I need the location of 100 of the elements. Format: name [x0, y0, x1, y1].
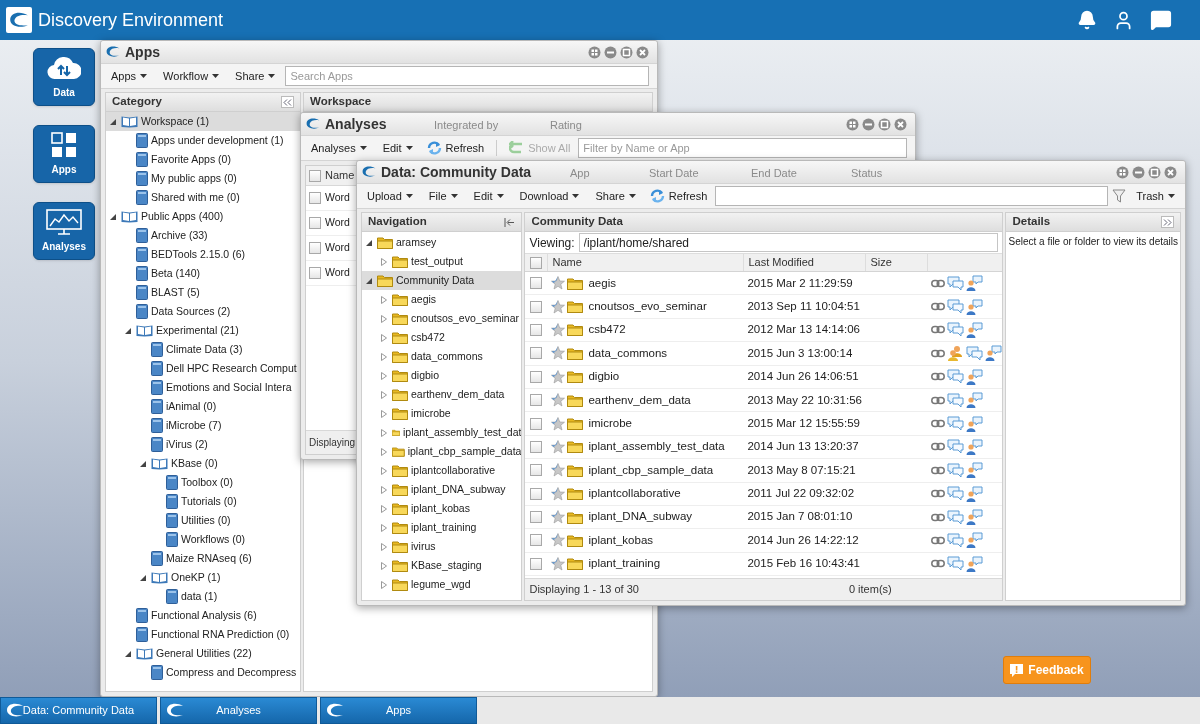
grid-icon[interactable] — [846, 117, 859, 131]
tree-item[interactable]: Climate Data (3) — [106, 340, 300, 359]
pin-icon[interactable] — [504, 217, 516, 227]
expanded-arrow-icon[interactable] — [109, 117, 117, 126]
menu-button[interactable]: Share — [229, 66, 282, 86]
collapsed-arrow-icon[interactable] — [380, 428, 388, 437]
tree-item[interactable]: Tutorials (0) — [106, 492, 300, 511]
user-comment-icon[interactable] — [966, 462, 984, 479]
collapsed-arrow-icon[interactable] — [380, 352, 388, 361]
tree-item[interactable]: iMicrobe (7) — [106, 416, 300, 435]
tree-item[interactable]: BLAST (5) — [106, 283, 300, 302]
file-name[interactable]: iplant_kobas — [588, 531, 654, 550]
tree-item[interactable]: digbio — [362, 366, 522, 385]
file-name[interactable]: cnoutsos_evo_seminar — [588, 297, 707, 316]
user-comment-icon[interactable] — [966, 392, 984, 409]
table-row[interactable]: data_commons 2015 Jun 3 13:00:14 — [525, 342, 1003, 366]
notifications-icon[interactable] — [1077, 10, 1097, 30]
file-name[interactable]: earthenv_dem_data — [588, 391, 691, 409]
table-row[interactable]: iplant_kobas 2014 Jun 26 14:22:12 — [525, 529, 1003, 553]
checkbox[interactable] — [530, 323, 543, 336]
tree-item[interactable]: iAnimal (0) — [106, 397, 300, 416]
tree-item[interactable]: KBase (0) — [106, 454, 300, 473]
checkbox[interactable] — [530, 534, 543, 547]
search-field[interactable]: Search Apps — [285, 66, 649, 86]
user-comment-icon[interactable] — [985, 345, 1003, 362]
link-icon[interactable] — [931, 536, 946, 545]
column-header[interactable]: Name — [547, 254, 744, 271]
file-name[interactable]: csb472 — [588, 321, 626, 339]
collapsed-arrow-icon[interactable] — [380, 523, 388, 532]
dock-button[interactable]: Data — [33, 48, 95, 106]
tree-item[interactable]: Emotions and Social Intera — [106, 378, 300, 397]
checkbox[interactable] — [530, 464, 543, 477]
menu-button[interactable]: Upload — [361, 186, 419, 206]
refresh-button[interactable]: Refresh — [645, 187, 712, 205]
tree-item[interactable]: earthenv_dem_data — [362, 385, 522, 404]
link-icon[interactable] — [931, 372, 946, 382]
checkbox[interactable] — [309, 267, 321, 279]
comment-icon[interactable] — [947, 556, 965, 572]
link-icon[interactable] — [931, 325, 946, 335]
collapsed-arrow-icon[interactable] — [380, 542, 388, 551]
file-name[interactable]: iplant_cbp_sample_data — [588, 461, 714, 479]
collapsed-arrow-icon[interactable] — [380, 295, 388, 304]
tree-item[interactable]: Shared with me (0) — [106, 188, 300, 207]
minimize-icon[interactable] — [862, 117, 875, 131]
menu-button[interactable]: Edit — [467, 186, 510, 206]
expanded-arrow-icon[interactable] — [139, 459, 147, 468]
close-icon[interactable] — [894, 117, 907, 131]
tree-item[interactable]: imicrobe — [362, 404, 522, 423]
minimize-icon[interactable] — [604, 45, 617, 59]
link-icon[interactable] — [931, 395, 946, 405]
expanded-arrow-icon[interactable] — [109, 212, 117, 221]
user-comment-icon[interactable] — [966, 555, 984, 572]
comment-icon[interactable] — [947, 392, 965, 408]
checkbox[interactable] — [530, 487, 543, 500]
grid-icon[interactable] — [1116, 165, 1129, 179]
tree-item[interactable]: Public Apps (400) — [106, 207, 300, 226]
expanded-arrow-icon[interactable] — [139, 573, 147, 582]
tree-item[interactable]: iplant_training — [362, 518, 522, 537]
comment-icon[interactable] — [947, 275, 965, 291]
collapsed-arrow-icon[interactable] — [380, 333, 388, 342]
link-icon[interactable] — [931, 465, 946, 475]
checkbox[interactable] — [309, 217, 321, 229]
collapsed-arrow-icon[interactable] — [380, 485, 388, 494]
table-row[interactable]: aegis 2015 Mar 2 11:29:59 — [525, 272, 1003, 296]
minimize-icon[interactable] — [1132, 165, 1145, 179]
tree-item[interactable]: iplant_DNA_subway — [362, 480, 522, 499]
menu-button[interactable]: Workflow — [157, 66, 226, 86]
link-icon[interactable] — [931, 442, 946, 452]
tree-item[interactable]: KBase_staging — [362, 556, 522, 575]
tree-item[interactable]: Maize RNAseq (6) — [106, 549, 300, 568]
users-icon[interactable] — [947, 345, 965, 362]
grid-icon[interactable] — [588, 45, 601, 59]
expanded-arrow-icon[interactable] — [124, 326, 132, 335]
user-comment-icon[interactable] — [966, 415, 984, 432]
taskbar-button[interactable]: Analyses — [160, 697, 317, 724]
user-comment-icon[interactable] — [966, 298, 984, 315]
link-icon[interactable] — [931, 419, 946, 429]
chat-icon[interactable] — [1150, 9, 1172, 31]
tree-item[interactable]: Workflows (0) — [106, 530, 300, 549]
path-field[interactable]: /iplant/home/shared — [578, 233, 999, 252]
restore-icon[interactable] — [878, 117, 891, 131]
tree-item[interactable]: csb472 — [362, 328, 522, 347]
taskbar-button[interactable]: Apps — [320, 697, 477, 724]
tree-item[interactable]: iplant_kobas — [362, 499, 522, 518]
link-icon[interactable] — [931, 489, 946, 499]
link-icon[interactable] — [931, 278, 946, 288]
tree-item[interactable]: Utilities (0) — [106, 511, 300, 530]
collapsed-arrow-icon[interactable] — [380, 580, 388, 589]
tree-item[interactable]: Dell HPC Research Comput — [106, 359, 300, 378]
dock-button[interactable]: Analyses — [33, 202, 95, 260]
taskbar-button[interactable]: Data: Community Data — [0, 697, 157, 724]
tree-item[interactable]: Functional Analysis (6) — [106, 606, 300, 625]
checkbox[interactable] — [530, 277, 543, 290]
tree-item[interactable]: Data Sources (2) — [106, 302, 300, 321]
collapsed-arrow-icon[interactable] — [380, 257, 388, 266]
checkbox[interactable] — [530, 370, 543, 383]
user-comment-icon[interactable] — [966, 275, 984, 292]
table-row[interactable]: cnoutsos_evo_seminar 2013 Sep 11 10:04:51 — [525, 295, 1003, 319]
user-comment-icon[interactable] — [966, 368, 984, 385]
tree-item[interactable]: aramsey — [362, 233, 522, 252]
